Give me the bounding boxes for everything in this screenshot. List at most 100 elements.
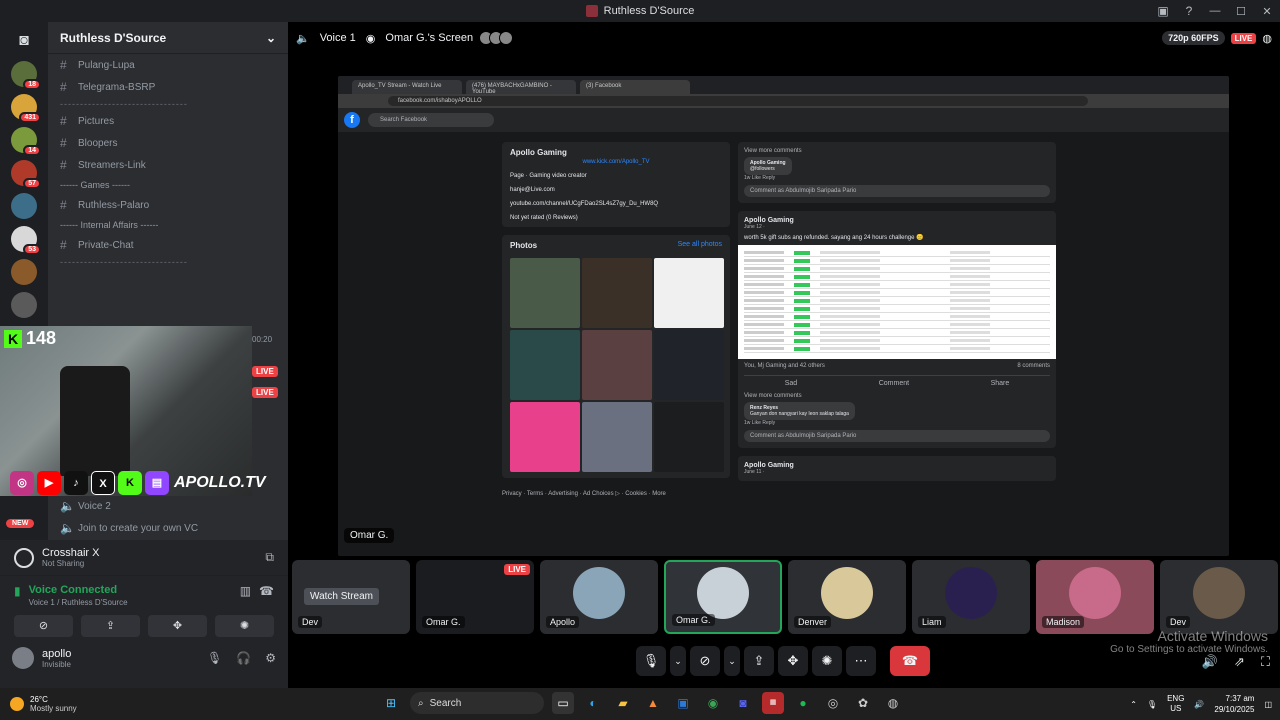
channel-pictures[interactable]: # Pictures <box>48 110 288 132</box>
participant-tile[interactable]: Dev <box>1160 560 1278 634</box>
photo-thumb[interactable] <box>510 402 580 472</box>
activities-button[interactable]: ✥ <box>148 615 207 637</box>
voice-channel-2[interactable]: 🔈 Voice 2 <box>48 495 288 517</box>
photo-thumb[interactable] <box>654 258 724 328</box>
chevron-down-icon[interactable]: ⌄ <box>670 646 686 676</box>
discord-home-icon[interactable]: ◙ <box>11 28 37 54</box>
channel-streamers-link[interactable]: # Streamers-Link <box>48 154 288 176</box>
voice-channel-create[interactable]: 🔈 Join to create your own VC <box>48 517 288 539</box>
noise-suppression-icon[interactable]: ▥ <box>240 584 251 598</box>
comment-input[interactable]: Comment as Abdulmojib Saripada Pario <box>744 185 1050 197</box>
watch-stream-button[interactable]: Watch Stream <box>304 588 379 605</box>
weather-widget[interactable]: 26°C Mostly sunny <box>0 695 200 713</box>
post-author[interactable]: Apollo Gaming <box>744 462 1050 469</box>
share-button[interactable]: Share <box>991 380 1010 387</box>
participant-tile[interactable]: LIVE Omar G. <box>416 560 534 634</box>
app-icon[interactable]: ▦ <box>762 692 784 714</box>
comment-input[interactable]: Comment as Abdulmojib Saripada Pario <box>744 430 1050 442</box>
intro-line[interactable]: youtube.com/channel/UCgFDao2SL4sZ7gy_Du_… <box>510 201 722 207</box>
maximize-button[interactable]: ☐ <box>1228 5 1254 18</box>
photo-thumb[interactable] <box>582 258 652 328</box>
screen-share-button[interactable]: ⇪ <box>744 646 774 676</box>
comment-actions[interactable]: 1w Like Reply <box>744 175 1050 181</box>
view-more-comments[interactable]: View more comments <box>744 148 1050 154</box>
photo-thumb[interactable] <box>510 330 580 400</box>
photo-thumb[interactable] <box>510 258 580 328</box>
participant-tile[interactable]: Apollo <box>540 560 658 634</box>
notification-icon[interactable]: ◫ <box>1264 700 1272 709</box>
photo-thumb[interactable] <box>582 402 652 472</box>
fullscreen-icon[interactable]: ⛶ <box>1261 654 1270 670</box>
page-name[interactable]: Apollo Gaming <box>510 148 722 157</box>
photo-thumb[interactable] <box>582 330 652 400</box>
language-indicator[interactable]: ENG US <box>1167 694 1184 714</box>
disconnect-button[interactable]: ☎ <box>890 646 930 676</box>
facebook-logo[interactable]: f <box>344 112 360 128</box>
reaction-summary[interactable]: You, Mj Gaming and 42 others <box>744 363 825 369</box>
screen-share-view[interactable]: Apollo_TV Stream - Watch Live (476) MAYB… <box>338 76 1229 556</box>
channel-private-chat[interactable]: # Private-Chat <box>48 234 288 256</box>
channel-ruthless-palaro[interactable]: # Ruthless-Palaro <box>48 194 288 216</box>
server-header[interactable]: Ruthless D'Source ⌄ <box>48 22 288 54</box>
comments-count[interactable]: 8 comments <box>1017 363 1050 369</box>
server-icon[interactable] <box>11 259 37 285</box>
participant-tile[interactable]: Denver <box>788 560 906 634</box>
taskbar-search[interactable]: ⌕ Search <box>410 692 544 714</box>
gear-icon[interactable]: ⚙ <box>265 651 276 665</box>
share-screen-icon[interactable]: ⧉ <box>265 550 274 565</box>
help-icon[interactable]: ? <box>1176 4 1202 18</box>
facebook-search[interactable]: Search Facebook <box>368 113 494 127</box>
photo-thumb[interactable] <box>654 402 724 472</box>
post-author[interactable]: Apollo Gaming <box>744 217 1050 224</box>
server-icon[interactable]: 53 <box>11 226 41 255</box>
server-icon[interactable]: 18 <box>11 61 41 90</box>
see-all-photos-link[interactable]: See all photos <box>678 241 722 250</box>
spotify-icon[interactable]: ● <box>792 692 814 714</box>
view-more-comments[interactable]: View more comments <box>744 393 1050 399</box>
chevron-up-icon[interactable]: ⌃ <box>1130 700 1137 709</box>
soundboard-button[interactable]: ✺ <box>812 646 842 676</box>
file-explorer-icon[interactable]: ▰ <box>612 692 634 714</box>
comment-button[interactable]: Comment <box>879 380 909 387</box>
obs-icon[interactable]: ◎ <box>822 692 844 714</box>
server-icon[interactable]: 57 <box>11 160 41 189</box>
mute-button[interactable]: 🎙 <box>636 646 666 676</box>
start-icon[interactable]: ⊞ <box>380 692 402 714</box>
inbox-icon[interactable]: ▣ <box>1150 4 1176 18</box>
clock[interactable]: 7:37 am 29/10/2025 <box>1214 693 1254 715</box>
participant-tile[interactable]: Watch Stream Dev <box>292 560 410 634</box>
minimize-button[interactable]: — <box>1202 5 1228 17</box>
soundboard-button[interactable]: ✺ <box>215 615 274 637</box>
server-icon[interactable] <box>11 292 37 318</box>
screen-share-button[interactable]: ⇪ <box>81 615 140 637</box>
sad-reaction-button[interactable]: Sad <box>785 380 797 387</box>
store-icon[interactable]: ▣ <box>672 692 694 714</box>
participant-tile[interactable]: Liam <box>912 560 1030 634</box>
activities-button[interactable]: ✥ <box>778 646 808 676</box>
app-icon[interactable]: ✿ <box>852 692 874 714</box>
discord-icon[interactable]: ◙ <box>732 692 754 714</box>
channel-telegrama[interactable]: # Telegrama-BSRP <box>48 76 288 98</box>
account-area[interactable]: apollo Invisible 🎙 🎧 ⚙ <box>0 637 288 669</box>
server-icon[interactable]: 14 <box>11 127 41 156</box>
volume-icon[interactable]: 🔊 <box>1194 700 1204 709</box>
browser-tab[interactable]: (3) Facebook <box>580 80 690 94</box>
steam-icon[interactable]: ◍ <box>882 692 904 714</box>
kick-link[interactable]: www.kick.com/Apollo_TV <box>510 159 722 165</box>
chrome-icon[interactable]: ◉ <box>702 692 724 714</box>
camera-off-button[interactable]: ⊘ <box>690 646 720 676</box>
headphones-icon[interactable]: 🎧 <box>236 651 251 665</box>
comment-actions[interactable]: 1w Like Reply <box>744 420 1050 426</box>
post-image-table[interactable] <box>738 245 1056 359</box>
chevron-down-icon[interactable]: ⌄ <box>724 646 740 676</box>
volume-icon[interactable]: 🔊 <box>1202 654 1218 670</box>
server-icon[interactable] <box>11 193 37 219</box>
channel-pulang-lupa[interactable]: # Pulang-Lupa <box>48 54 288 76</box>
camera-off-button[interactable]: ⊘ <box>14 615 73 637</box>
edge-icon[interactable]: ◐ <box>582 692 604 714</box>
browser-tab[interactable]: (476) MAYBACHxGAMBINO - YouTube <box>466 80 576 95</box>
vlc-icon[interactable]: ▲ <box>642 692 664 714</box>
task-view-icon[interactable]: ▭ <box>552 692 574 714</box>
volume-icon[interactable]: 🔈 <box>296 32 310 45</box>
channel-bloopers[interactable]: # Bloopers <box>48 132 288 154</box>
